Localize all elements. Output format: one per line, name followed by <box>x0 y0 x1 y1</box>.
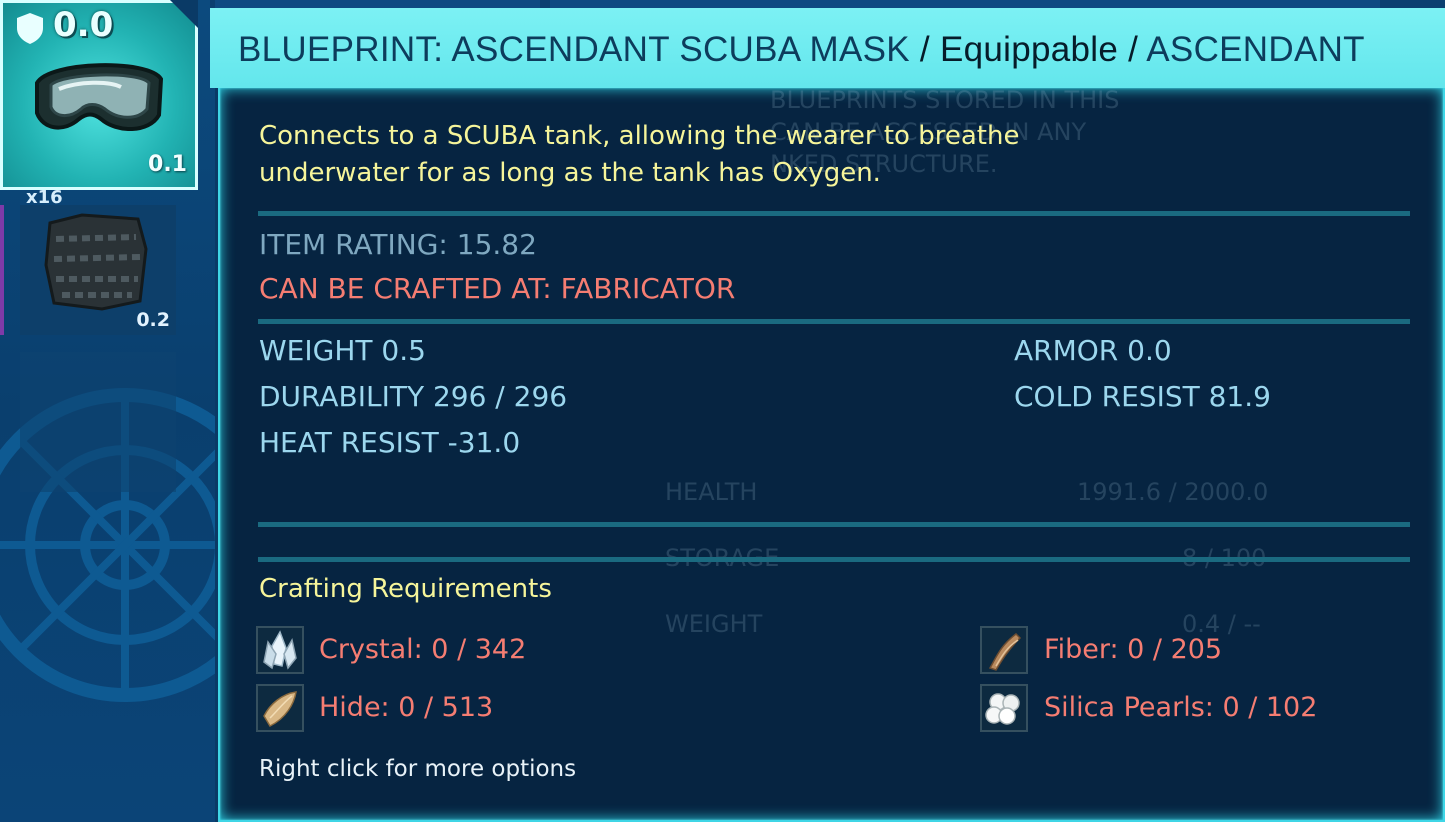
divider <box>258 522 1410 527</box>
crafted-at: CAN BE CRAFTED AT: FABRICATOR <box>259 272 736 305</box>
hide-icon <box>256 684 304 732</box>
inventory-slot[interactable] <box>20 352 176 492</box>
fiber-icon <box>980 626 1028 674</box>
silica-pearls-icon <box>980 684 1028 732</box>
background-weight-label: WEIGHT <box>665 610 763 638</box>
crafting-requirements-title: Crafting Requirements <box>259 574 552 604</box>
item-type: Equippable <box>939 30 1119 69</box>
crystal-icon <box>256 626 304 674</box>
item-rating: ITEM RATING: 15.82 <box>259 228 537 261</box>
inventory-slot[interactable]: x16 0.2 <box>20 187 176 335</box>
item-tooltip: BLUEPRINT: ASCENDANT SCUBA MASK / Equipp… <box>210 8 1445 822</box>
requirement-silica-pearls: Silica Pearls: 0 / 102 <box>1044 692 1318 723</box>
tooltip-body: BLUEPRINTS STORED IN THIS CAN BE ACCESSE… <box>218 86 1445 822</box>
stat-cold-resist: COLD RESIST 81.9 <box>1014 380 1271 413</box>
requirement-crystal: Crystal: 0 / 342 <box>319 634 527 665</box>
slot-highlight-edge <box>0 205 4 335</box>
stat-weight: WEIGHT 0.5 <box>259 334 426 367</box>
divider <box>258 557 1410 562</box>
item-description: Connects to a SCUBA tank, allowing the w… <box>259 121 1020 188</box>
slot-corner-cut <box>170 0 198 28</box>
shield-icon <box>17 13 43 44</box>
slot-armor-value: 0.0 <box>53 5 114 45</box>
title-separator: / <box>909 30 940 69</box>
background-health-value: 1991.6 / 2000.0 <box>1077 478 1269 506</box>
item-name: BLUEPRINT: ASCENDANT SCUBA MASK <box>238 30 910 69</box>
item-quality: ASCENDANT <box>1146 30 1365 69</box>
slot-weight-value: 0.2 <box>136 309 170 331</box>
scuba-mask-icon <box>35 63 164 132</box>
stat-durability: DURABILITY 296 / 296 <box>259 380 568 413</box>
inventory-slot-selected[interactable]: 0.0 0.1 <box>0 0 198 190</box>
requirement-fiber: Fiber: 0 / 205 <box>1044 634 1223 665</box>
stat-heat-resist: HEAT RESIST -31.0 <box>259 426 521 459</box>
requirement-hide: Hide: 0 / 513 <box>319 692 494 723</box>
background-health-label: HEALTH <box>665 478 758 506</box>
divider <box>258 319 1410 324</box>
stat-armor: ARMOR 0.0 <box>1014 334 1172 367</box>
inventory-grid: 0.0 0.1 x16 0.2 <box>0 0 215 822</box>
divider <box>258 211 1410 216</box>
title-separator: / <box>1118 30 1147 69</box>
tooltip-title: BLUEPRINT: ASCENDANT SCUBA MASK / Equipp… <box>238 30 1365 70</box>
background-text: BLUEPRINTS STORED IN THIS <box>770 86 1120 114</box>
tooltip-title-bar: BLUEPRINT: ASCENDANT SCUBA MASK / Equipp… <box>210 8 1445 88</box>
hint-text: Right click for more options <box>259 756 577 782</box>
hide-icon <box>44 213 148 311</box>
slot-weight-value: 0.1 <box>148 152 187 177</box>
slot-quantity: x16 <box>26 187 63 208</box>
